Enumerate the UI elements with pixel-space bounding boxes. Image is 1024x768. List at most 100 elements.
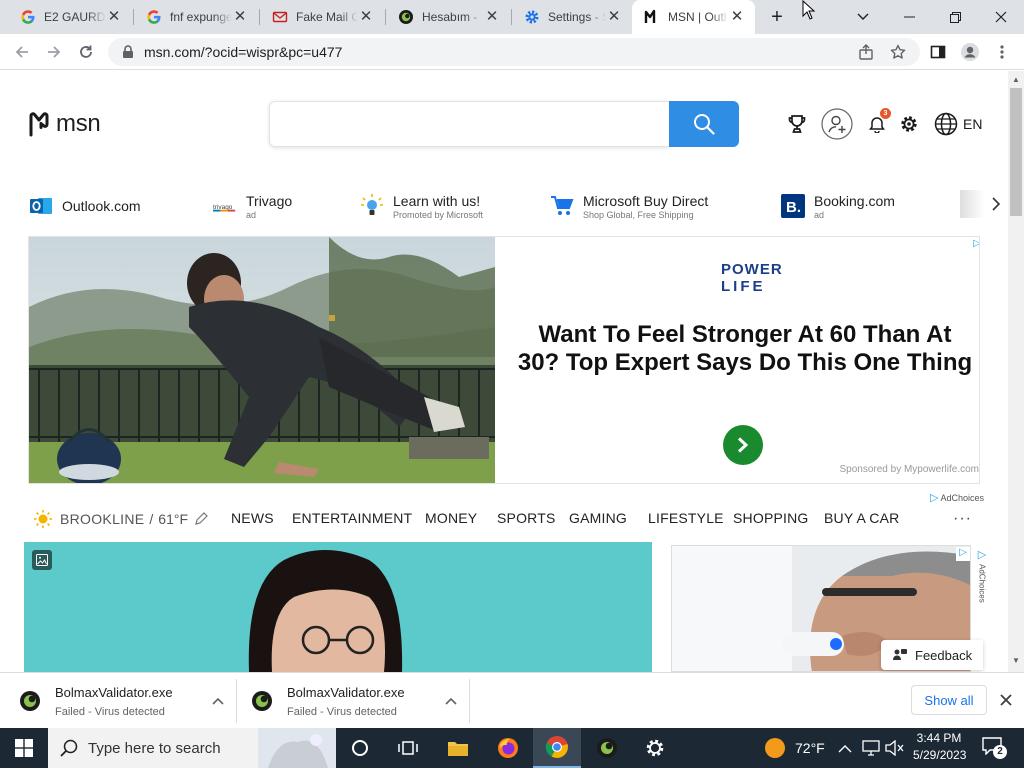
close-icon[interactable]: ✕ bbox=[729, 9, 745, 25]
quick-link-sub: ad bbox=[246, 209, 257, 220]
pencil-edit-icon[interactable] bbox=[194, 512, 208, 526]
nav-lifestyle[interactable]: LIFESTYLE bbox=[648, 510, 724, 530]
rewards-button[interactable] bbox=[786, 110, 808, 138]
nav-entertainment[interactable]: ENTERTAINMENT bbox=[292, 510, 412, 530]
nav-money[interactable]: MONEY bbox=[425, 510, 477, 530]
side-adchoices-link[interactable]: ▷ AdChoices bbox=[975, 549, 989, 603]
search-input[interactable] bbox=[269, 101, 669, 147]
tab-search-button[interactable] bbox=[840, 0, 886, 34]
sun-icon bbox=[765, 738, 785, 758]
quick-link-microsoft-buy-direct[interactable]: Microsoft Buy Direct Shop Global, Free Sh… bbox=[550, 188, 708, 224]
ad-sponsor[interactable]: Sponsored by Mypowerlife.com bbox=[819, 464, 979, 475]
feature-card[interactable] bbox=[24, 542, 652, 672]
close-icon[interactable]: ✕ bbox=[484, 9, 500, 25]
action-center-button[interactable]: 2 bbox=[982, 737, 1008, 759]
feedback-icon bbox=[893, 649, 907, 660]
page-scrollbar[interactable]: ▲ ▼ bbox=[1008, 71, 1024, 672]
quick-link-booking[interactable]: B. Booking.com ad bbox=[781, 188, 895, 224]
app-taskbar-button[interactable] bbox=[583, 728, 631, 768]
close-download-shelf-button[interactable] bbox=[996, 690, 1016, 710]
quick-link-sub: ad bbox=[814, 209, 825, 220]
tab-title: fnf expunge bbox=[170, 10, 232, 24]
adchoices-link[interactable]: ▷ AdChoices bbox=[930, 491, 984, 504]
cortana-button[interactable] bbox=[336, 728, 384, 768]
ad-go-button[interactable] bbox=[723, 425, 763, 465]
weather-widget[interactable]: BROOKLINE / 61°F bbox=[33, 509, 208, 529]
quick-link-name: Booking.com bbox=[814, 192, 895, 209]
tab-settings[interactable]: Settings - S ✕ bbox=[512, 0, 632, 34]
nav-more-button[interactable]: ··· bbox=[953, 510, 972, 528]
firefox-icon bbox=[498, 738, 518, 758]
tab-fnf-expunge[interactable]: fnf expunge ✕ bbox=[134, 0, 258, 34]
network-button[interactable] bbox=[862, 740, 880, 761]
settings-taskbar-button[interactable] bbox=[631, 728, 679, 768]
taskbar-weather[interactable]: 72°F bbox=[764, 728, 825, 768]
share-button[interactable] bbox=[852, 38, 880, 66]
file-explorer-button[interactable] bbox=[434, 728, 482, 768]
ad-info-icon[interactable]: ▷ bbox=[973, 238, 979, 249]
side-panel-button[interactable] bbox=[924, 38, 952, 66]
nav-shopping[interactable]: SHOPPING bbox=[733, 510, 809, 530]
clock[interactable]: 3:44 PM 5/29/2023 bbox=[913, 730, 966, 766]
scroll-down-arrow-icon[interactable]: ▼ bbox=[1012, 656, 1020, 665]
ad-headline[interactable]: Want To Feel Stronger At 60 Than At 30? … bbox=[515, 321, 975, 377]
volume-button[interactable] bbox=[885, 739, 905, 761]
minimize-icon bbox=[903, 16, 915, 18]
tab-fake-mail[interactable]: Fake Mail G ✕ bbox=[260, 0, 384, 34]
sign-in-button[interactable] bbox=[821, 108, 853, 140]
tab-title: MSN | Outl bbox=[668, 10, 727, 24]
globe-icon bbox=[934, 112, 958, 136]
task-view-button[interactable] bbox=[384, 728, 432, 768]
tray-overflow-button[interactable] bbox=[838, 741, 854, 755]
feedback-button[interactable]: Feedback bbox=[881, 640, 983, 670]
chevron-up-icon[interactable] bbox=[212, 697, 224, 705]
chevron-right-icon bbox=[991, 197, 1000, 211]
download-item[interactable]: BolmaxValidator.exe Failed - Virus detec… bbox=[12, 673, 236, 729]
nav-news[interactable]: NEWS bbox=[231, 510, 274, 530]
booking-icon: B. bbox=[781, 194, 805, 218]
close-window-button[interactable] bbox=[978, 0, 1024, 34]
close-icon[interactable]: ✕ bbox=[606, 9, 622, 25]
new-tab-button[interactable]: + bbox=[759, 0, 795, 34]
reload-button[interactable] bbox=[72, 38, 100, 66]
tab-hesabim[interactable]: Hesabım - ✕ bbox=[386, 0, 510, 34]
forward-button[interactable] bbox=[40, 38, 68, 66]
language-selector[interactable]: EN bbox=[934, 110, 984, 138]
profile-button[interactable] bbox=[956, 38, 984, 66]
close-icon[interactable]: ✕ bbox=[106, 9, 122, 25]
nav-buy-a-car[interactable]: BUY A CAR bbox=[824, 510, 899, 530]
chrome-menu-button[interactable] bbox=[988, 38, 1016, 66]
ad-info-icon[interactable]: ▷ bbox=[956, 547, 970, 561]
quick-link-learn-with-us[interactable]: Learn with us! Promoted by Microsoft bbox=[360, 188, 483, 224]
taskbar-search-box[interactable]: Type here to search bbox=[48, 728, 336, 768]
settings-button[interactable] bbox=[898, 110, 920, 138]
minimize-button[interactable] bbox=[886, 0, 932, 34]
chevron-up-icon[interactable] bbox=[445, 697, 457, 705]
adchoices-icon: ▷ bbox=[930, 492, 939, 504]
download-item[interactable]: BolmaxValidator.exe Failed - Virus detec… bbox=[246, 673, 469, 729]
firefox-button[interactable] bbox=[484, 728, 532, 768]
tab-e2-gaurdi[interactable]: E2 GAURDI ✕ bbox=[8, 0, 132, 34]
quick-link-trivago[interactable]: trivago Trivago ad bbox=[213, 188, 292, 224]
nav-sports[interactable]: SPORTS bbox=[497, 510, 556, 530]
task-view-icon bbox=[398, 741, 418, 755]
address-bar[interactable]: msn.com/?ocid=wispr&pc=u477 bbox=[108, 38, 920, 66]
restore-button[interactable] bbox=[932, 0, 978, 34]
tab-msn[interactable]: MSN | Outl ✕ bbox=[632, 0, 755, 34]
back-button[interactable] bbox=[8, 38, 36, 66]
quick-link-outlook[interactable]: Outlook.com bbox=[29, 188, 141, 224]
scrollbar-thumb[interactable] bbox=[1010, 88, 1022, 216]
scroll-up-arrow-icon[interactable]: ▲ bbox=[1012, 75, 1020, 84]
bookmark-button[interactable] bbox=[884, 38, 912, 66]
ad-banner[interactable]: POWER LIFE Want To Feel Stronger At 60 T… bbox=[28, 236, 980, 484]
msn-logo[interactable]: msn bbox=[28, 110, 101, 138]
chrome-taskbar-button[interactable] bbox=[533, 728, 581, 768]
show-all-downloads-button[interactable]: Show all bbox=[911, 685, 987, 715]
notifications-button[interactable]: 3 bbox=[866, 108, 891, 138]
nav-gaming[interactable]: GAMING bbox=[569, 510, 627, 530]
start-button[interactable] bbox=[0, 728, 48, 768]
close-icon[interactable]: ✕ bbox=[358, 9, 374, 25]
close-icon[interactable]: ✕ bbox=[232, 9, 248, 25]
search-button[interactable] bbox=[669, 101, 739, 147]
quick-links-next-button[interactable] bbox=[986, 192, 1006, 216]
